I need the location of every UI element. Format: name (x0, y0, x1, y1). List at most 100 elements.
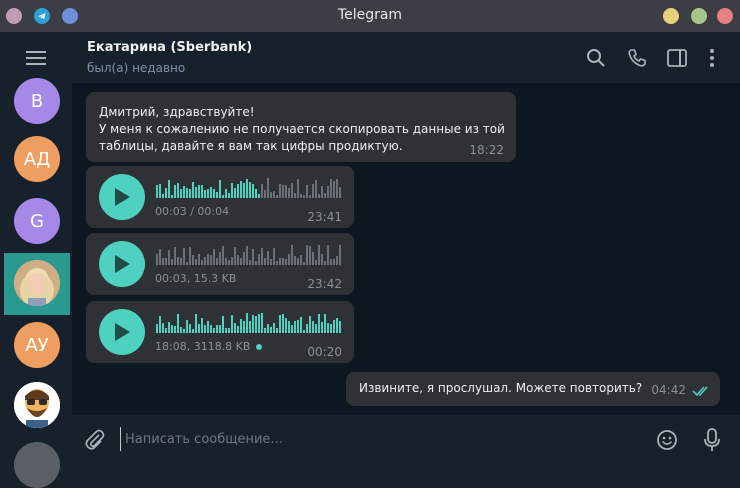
waveform-bar (288, 254, 290, 265)
chat-avatar-ekaterina-photo[interactable] (14, 260, 60, 306)
avatar-initials: В (30, 90, 44, 112)
waveform-bar (195, 187, 197, 198)
play-button[interactable] (99, 241, 145, 287)
waveform-bar (327, 245, 329, 265)
waveform-bar (180, 327, 182, 333)
message-line: У меня к сожалению не получается скопиро… (99, 122, 505, 136)
waveform-bar (177, 314, 179, 333)
waveform-bar (258, 254, 260, 265)
message-time: 23:42 (307, 277, 342, 291)
user-photo-icon (14, 382, 60, 428)
waveform-bar (306, 185, 308, 198)
waveform-bar (228, 193, 230, 198)
waveform-bar (174, 326, 176, 333)
chat-avatar-v[interactable]: В (14, 78, 60, 124)
avatar-initials: АД (23, 148, 51, 170)
waveform-bar (168, 180, 170, 198)
message-input[interactable] (120, 427, 640, 451)
chat-avatar-ad[interactable]: АД (14, 136, 60, 182)
chat-avatar-partial[interactable] (14, 442, 60, 488)
message-list[interactable]: Дмитрий, здравствуйте! У меня к сожалени… (72, 84, 740, 414)
chat-header: Екатарина (Sberbank) был(а) недавно (72, 32, 740, 84)
waveform-bar (204, 257, 206, 265)
waveform-bar (336, 318, 338, 333)
search-button[interactable] (584, 46, 608, 70)
maximize-button[interactable] (691, 8, 707, 24)
close-button[interactable] (717, 8, 733, 24)
chat-list: В АД G АУ (0, 32, 72, 488)
sidebar-toggle-button[interactable] (665, 46, 689, 70)
waveform-bar (213, 249, 215, 265)
avatar-initials: G (30, 210, 44, 232)
waveform-bar (231, 315, 233, 333)
waveform-bar (210, 255, 212, 265)
waveform-bar (240, 258, 242, 265)
waveform[interactable] (156, 178, 342, 198)
chat-avatar-au[interactable]: АУ (14, 322, 60, 368)
play-button[interactable] (99, 174, 145, 220)
waveform-bar (300, 255, 302, 265)
waveform-bar (312, 252, 314, 265)
waveform-bar (171, 259, 173, 265)
waveform-bar (177, 257, 179, 265)
waveform-bar (339, 321, 341, 333)
waveform-bar (318, 314, 320, 333)
attach-button[interactable] (82, 427, 108, 453)
waveform-bar (192, 329, 194, 333)
waveform-bar (291, 183, 293, 198)
waveform-bar (261, 184, 263, 198)
waveform-bar (156, 324, 158, 333)
waveform-bar (216, 325, 218, 333)
hamburger-icon (26, 51, 46, 65)
waveform-bar (303, 195, 305, 198)
avatar-initials: АУ (25, 334, 49, 356)
waveform-bar (237, 255, 239, 265)
waveform-bar (312, 184, 314, 198)
waveform-bar (192, 255, 194, 265)
microphone-button[interactable] (699, 427, 725, 453)
waveform-bar (186, 320, 188, 333)
waveform-bar (324, 193, 326, 198)
waveform-bar (219, 325, 221, 333)
waveform-bar (228, 328, 230, 333)
play-button[interactable] (99, 309, 145, 355)
play-icon (115, 255, 130, 273)
waveform-bar (297, 179, 299, 198)
user-photo-icon (14, 260, 60, 306)
waveform-bar (216, 192, 218, 198)
voice-message[interactable]: 00:03 / 00:04 23:41 (86, 166, 354, 228)
waveform-bar (213, 189, 215, 198)
voice-size-text: 18:08, 3118.8 KB (155, 340, 251, 353)
waveform-bar (246, 313, 248, 333)
waveform-bar (237, 184, 239, 198)
more-button[interactable] (700, 46, 724, 70)
chat-avatar-g[interactable]: G (14, 198, 60, 244)
waveform-bar (189, 247, 191, 265)
incoming-text-message[interactable]: Дмитрий, здравствуйте! У меня к сожалени… (86, 92, 516, 162)
waveform-bar (222, 246, 224, 265)
waveform-bar (330, 259, 332, 265)
waveform-bar (207, 321, 209, 333)
waveform-bar (168, 250, 170, 265)
chat-title[interactable]: Екатарина (Sberbank) (87, 40, 252, 55)
waveform[interactable] (156, 313, 342, 333)
waveform-bar (240, 319, 242, 333)
call-button[interactable] (625, 46, 649, 70)
voice-message[interactable]: 18:08, 3118.8 KB 00:20 (86, 301, 354, 363)
waveform-bar (300, 317, 302, 333)
search-icon (587, 49, 605, 67)
voice-message[interactable]: 00:03, 15.3 KB 23:42 (86, 233, 354, 295)
waveform-bar (315, 180, 317, 198)
chat-avatar-beard-photo[interactable] (14, 382, 60, 428)
emoji-button[interactable] (654, 427, 680, 453)
waveform[interactable] (156, 245, 342, 265)
waveform-bar (294, 193, 296, 198)
emoji-icon (657, 430, 677, 450)
waveform-bar (285, 259, 287, 265)
waveform-bar (171, 325, 173, 333)
waveform-bar (162, 258, 164, 265)
minimize-button[interactable] (663, 8, 679, 24)
menu-button[interactable] (0, 32, 72, 84)
outgoing-text-message[interactable]: Извините, я прослушал. Можете повторить?… (346, 372, 720, 406)
waveform-bar (312, 321, 314, 333)
